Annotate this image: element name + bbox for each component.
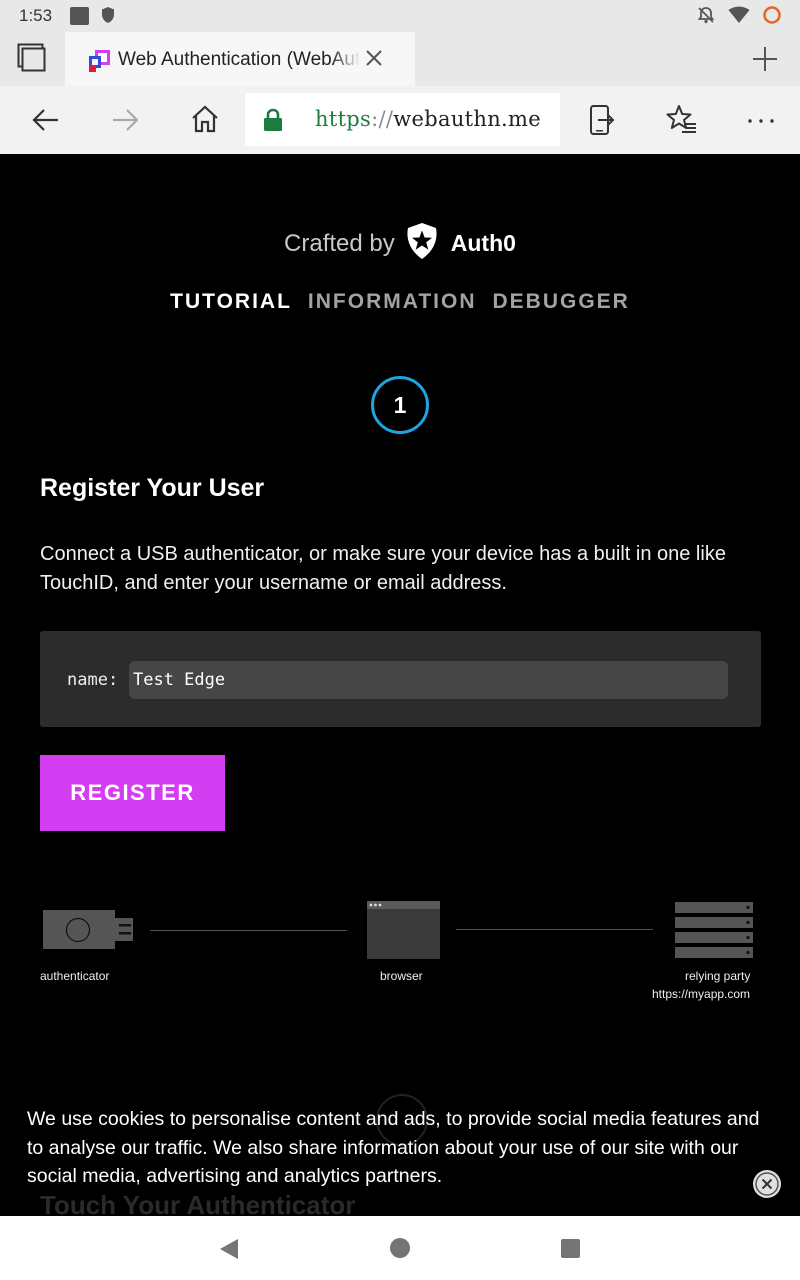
diagram-line-right <box>456 929 653 930</box>
register-button[interactable]: REGISTER <box>40 755 225 831</box>
tab-title: Web Authentication (WebAuthn) <box>118 49 360 70</box>
shield-icon <box>100 6 116 29</box>
diagram-label-browser: browser <box>380 969 423 983</box>
crafted-by: Crafted by Auth0 <box>0 222 800 265</box>
step-title: Register Your User <box>40 474 265 502</box>
favorites-icon[interactable] <box>666 104 698 141</box>
status-time: 1:53 <box>19 6 53 25</box>
back-icon[interactable] <box>30 104 62 141</box>
crafted-by-label: Crafted by <box>284 229 395 257</box>
battery-ring-icon <box>762 5 782 25</box>
webauthn-favicon <box>89 50 111 77</box>
server-rack-icon <box>675 902 753 964</box>
name-form: name: <box>40 631 761 727</box>
status-right-icons <box>696 5 782 25</box>
url-separator: :// <box>371 107 394 131</box>
send-to-device-icon[interactable] <box>588 104 616 141</box>
step-number-circle: 1 <box>371 376 429 434</box>
usb-authenticator-icon <box>43 910 135 955</box>
android-navigation-bar <box>0 1216 800 1280</box>
url-scheme: https <box>315 107 372 131</box>
browser-toolbar: https://webauthn.me <box>0 86 800 154</box>
more-icon[interactable] <box>746 106 776 141</box>
nav-debugger[interactable]: DEBUGGER <box>493 290 630 314</box>
active-tab[interactable]: Web Authentication (WebAuthn) <box>65 32 415 86</box>
new-tab-icon[interactable] <box>750 44 780 79</box>
forward-icon[interactable] <box>109 104 141 141</box>
lock-icon <box>263 108 283 137</box>
nav-information[interactable]: INFORMATION <box>308 290 477 314</box>
diagram-label-authenticator: authenticator <box>40 969 110 983</box>
nav-back-icon[interactable] <box>219 1238 239 1265</box>
diagram-label-relying-party-url: https://myapp.com <box>652 987 751 1001</box>
auth0-brand[interactable]: Auth0 <box>451 230 516 257</box>
browser-window-icon <box>367 901 440 965</box>
nav-home-icon[interactable] <box>390 1238 410 1263</box>
name-input[interactable] <box>129 661 728 699</box>
diagram-label-relying-party: relying party <box>685 969 751 983</box>
url-text: https://webauthn.me <box>315 107 541 131</box>
cookie-close-icon[interactable] <box>752 1169 782 1204</box>
step-description: Connect a USB authenticator, or make sur… <box>40 543 726 594</box>
home-icon[interactable] <box>190 104 220 139</box>
status-bar: 1:53 <box>0 0 800 32</box>
nav-tutorial[interactable]: TUTORIAL <box>170 290 292 314</box>
auth0-logo-icon[interactable] <box>405 222 439 265</box>
tab-strip: Web Authentication (WebAuthn) <box>0 32 800 86</box>
notification-square-icon <box>70 7 89 25</box>
main-nav: TUTORIAL INFORMATION DEBUGGER <box>0 290 800 314</box>
close-tab-icon[interactable] <box>363 47 385 74</box>
url-host: webauthn.me <box>393 107 541 131</box>
address-bar[interactable]: https://webauthn.me <box>245 93 560 146</box>
wifi-icon <box>728 6 750 24</box>
nav-recents-icon[interactable] <box>561 1239 580 1263</box>
notifications-off-icon <box>696 5 716 25</box>
name-label: name: <box>67 670 119 690</box>
tabs-icon[interactable] <box>14 43 46 78</box>
diagram-line-left <box>150 930 347 931</box>
cookie-banner-text: We use cookies to personalise content an… <box>27 1108 760 1187</box>
